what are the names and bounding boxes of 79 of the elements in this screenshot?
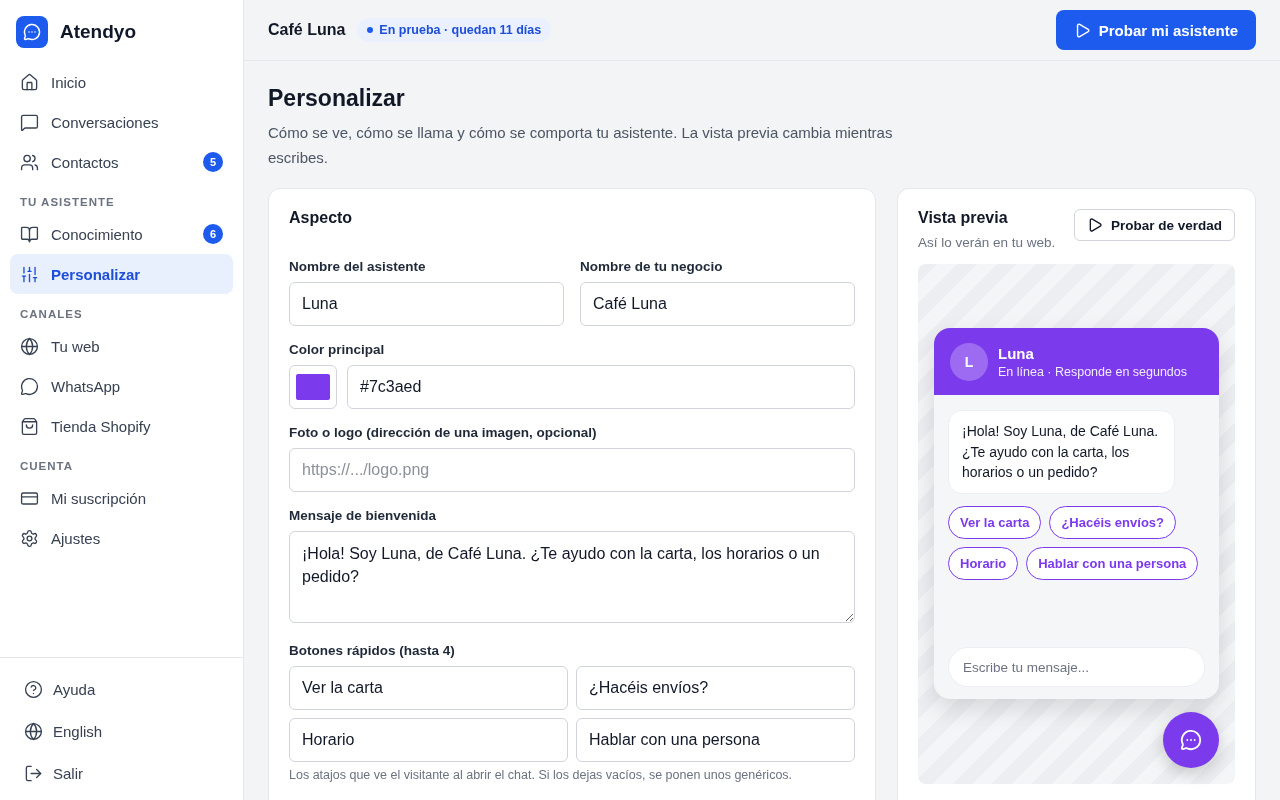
field-label: Nombre del asistente xyxy=(289,259,427,274)
quick-button-field[interactable]: Horario xyxy=(289,718,568,762)
globe-icon xyxy=(20,336,39,356)
field-hint: Los atajos que ve el visitante al abrir el chat. Si los dejas vacíos, se ponen unos genéricos. xyxy=(289,768,794,782)
nav-item[interactable]: Inicio xyxy=(10,62,233,102)
quick-reply-chip[interactable]: ¿Hacéis envíos? xyxy=(1049,505,1176,539)
card-title: Vista previa xyxy=(918,209,1009,227)
nav-item-label: Tu web xyxy=(51,337,101,355)
nav-item[interactable]: Personalizar xyxy=(10,254,233,294)
card-title: Aspecto xyxy=(289,209,354,227)
nav-item-label: Conocimiento xyxy=(51,225,144,243)
count-badge: 6 xyxy=(203,224,223,244)
try-for-real-button[interactable]: Probar de verdad xyxy=(1073,209,1235,241)
footer-link[interactable]: Ayuda xyxy=(12,668,231,710)
brand-name: Atendyo xyxy=(60,21,136,43)
color-field[interactable]: #7c3aed xyxy=(347,365,855,409)
nav-item-label: Ajustes xyxy=(51,529,102,547)
welcome-message-field[interactable]: ¡Hola! Soy Luna, de Café Luna. ¿Te ayudo con la carta, los horarios o un pedido? xyxy=(289,531,855,623)
nav-item-label: Personalizar xyxy=(51,265,142,283)
logo-url-field[interactable]: https://.../logo.png xyxy=(289,448,855,492)
globe-icon xyxy=(24,721,43,741)
nav-item-label: Contactos xyxy=(51,153,120,171)
nav-item[interactable]: WhatsApp xyxy=(10,366,233,406)
nav-item[interactable]: Tienda Shopify xyxy=(10,406,233,446)
nav-item[interactable]: Tu web xyxy=(10,326,233,366)
logout-icon xyxy=(24,763,43,783)
color-picker[interactable] xyxy=(289,365,337,409)
online-status: En línea · Responde en segundos xyxy=(998,364,1188,379)
help-icon xyxy=(24,679,43,699)
quick-reply-chip[interactable]: Ver la carta xyxy=(948,505,1042,539)
chat-icon xyxy=(1180,729,1202,751)
trial-status-badge: En prueba · quedan 11 días xyxy=(357,18,552,42)
logo-icon xyxy=(16,16,48,48)
assistant-name: Luna xyxy=(998,344,1035,362)
nav-item-label: Mi suscripción xyxy=(51,489,148,507)
book-icon xyxy=(20,224,39,244)
nav-item-label: Tienda Shopify xyxy=(51,417,152,435)
nav-section-heading: CANALES xyxy=(19,307,84,322)
nav-item[interactable]: Contactos 5 xyxy=(10,142,233,182)
settings-icon xyxy=(20,528,39,548)
nav-section-heading: CUENTA xyxy=(19,459,75,474)
page-description: Cómo se ve, cómo se llama y cómo se comporta tu asistente. La vista previa cambia mientras escribes. xyxy=(268,123,894,168)
try-assistant-button[interactable]: Probar mi asistente xyxy=(1055,10,1256,50)
avatar: L xyxy=(950,342,988,381)
quick-reply-chip[interactable]: Hablar con una persona xyxy=(1026,546,1199,580)
shopping-bag-icon xyxy=(20,416,39,436)
footer-link[interactable]: English xyxy=(12,710,231,752)
nav-item[interactable]: Mi suscripción xyxy=(10,478,233,518)
quick-reply-chip[interactable]: Horario xyxy=(948,546,1019,580)
field-label: Botones rápidos (hasta 4) xyxy=(289,643,456,658)
business-name: Café Luna xyxy=(268,21,346,39)
chat-bubble-icon xyxy=(20,376,39,396)
nav-item[interactable]: Ajustes xyxy=(10,518,233,558)
field-label: Color principal xyxy=(289,342,386,357)
field-label: Nombre de tu negocio xyxy=(580,259,724,274)
quick-button-field[interactable]: Hablar con una persona xyxy=(576,718,855,762)
page-title: Personalizar xyxy=(268,85,406,112)
users-icon xyxy=(20,152,39,172)
nav-item-label: WhatsApp xyxy=(51,377,122,395)
nav-item[interactable]: Conversaciones xyxy=(10,102,233,142)
field-label: Mensaje de bienvenida xyxy=(289,508,438,523)
quick-button-field[interactable]: Ver la carta xyxy=(289,666,568,710)
nav-item[interactable]: Conocimiento 6 xyxy=(10,214,233,254)
business-name-field[interactable]: Café Luna xyxy=(580,282,855,326)
home-icon xyxy=(20,72,39,92)
chat-launcher-button[interactable] xyxy=(1163,712,1219,768)
chat-message: ¡Hola! Soy Luna, de Café Luna. ¿Te ayudo con la carta, los horarios o un pedido? xyxy=(948,410,1175,494)
footer-link[interactable]: Salir xyxy=(12,752,231,794)
nav-section-heading: TU ASISTENTE xyxy=(19,195,116,210)
message-field[interactable]: Escribe tu mensaje... xyxy=(948,647,1205,687)
count-badge: 5 xyxy=(203,152,223,172)
chat-icon xyxy=(20,112,39,132)
nav-item-label: Inicio xyxy=(51,73,88,91)
card-subtitle: Así lo verán en tu web. xyxy=(918,235,1056,250)
sliders-icon xyxy=(20,264,39,284)
field-label: Foto o logo (dirección de una imagen, opcional) xyxy=(289,425,598,440)
quick-button-field[interactable]: ¿Hacéis envíos? xyxy=(576,666,855,710)
assistant-name-field[interactable]: Luna xyxy=(289,282,564,326)
nav-item-label: Conversaciones xyxy=(51,113,160,131)
